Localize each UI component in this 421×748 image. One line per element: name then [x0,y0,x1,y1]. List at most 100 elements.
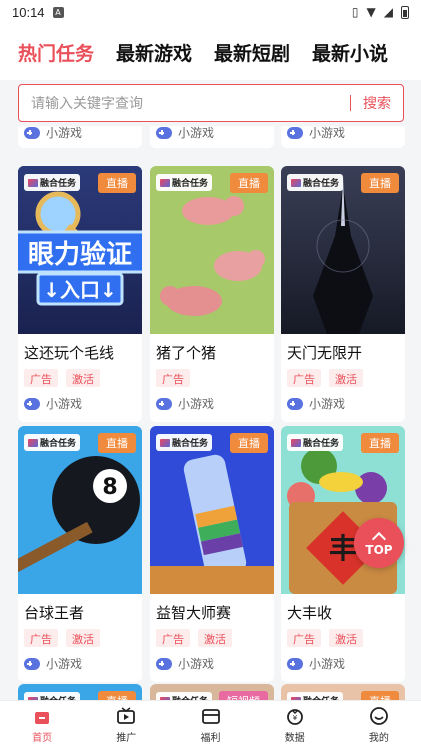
search-input[interactable]: 请输入关键字查询 [31,93,350,113]
tab-new-novels[interactable]: 最新小说 [312,39,388,66]
game-card[interactable]: 融合任务 直播 益智大师赛 广告 激活 小游戏 [150,426,274,682]
nav-profile[interactable]: 我的 [337,701,421,748]
card-tags: 广告 激活 [281,627,405,649]
game-card[interactable]: 融合任务 直播 天门无限开 广告 激活 小游戏 [281,166,405,422]
card-partial[interactable]: 融合任务 直播 [281,684,405,700]
card-partial[interactable]: 小游戏 [18,126,142,148]
card-thumbnail: 融合任务 直播 [281,684,405,700]
gamepad-icon [156,126,172,139]
tag: 广告 [156,369,190,387]
task-badge-label: 融合任务 [303,179,340,189]
tab-new-dramas[interactable]: 最新短剧 [214,39,290,66]
data-icon: ¥ [286,708,303,725]
signal-icon: ◢ [383,5,393,19]
card-meta: 小游戏 [281,389,405,422]
gamepad-icon [156,397,172,410]
gamepad-icon [287,397,303,410]
card-partial[interactable]: 小游戏 [281,126,405,148]
task-badge-label: 融合任务 [172,179,209,189]
card-partial[interactable]: 融合任务 短视频 [150,684,274,700]
card-thumbnail: 眼力验证 ↓入口↓ 融合任务 直播 [18,166,142,334]
card-meta: 小游戏 [18,649,142,682]
card-meta: 小游戏 [18,126,142,148]
task-badge-label: 融合任务 [40,179,77,189]
task-badge: 融合任务 [156,692,213,700]
tag: 广告 [24,629,58,647]
task-logo-icon [160,178,170,187]
tag: 激活 [66,369,100,387]
search-bar[interactable]: 请输入关键字查询 搜索 [18,84,404,122]
tag: 激活 [66,629,100,647]
tag: 激活 [198,629,232,647]
battery-icon [401,5,409,19]
card-partial[interactable]: 融合任务 直播 [18,684,142,700]
status-icons: ▯ ▼ ◢ [352,5,409,19]
card-category: 小游戏 [46,397,83,411]
tag: 广告 [24,369,58,387]
card-thumbnail: 8 融合任务 直播 [18,426,142,594]
card-category: 小游戏 [178,657,215,671]
game-card[interactable]: 眼力验证 ↓入口↓ 融合任务 直播 这还玩个毛线 广告 激活 小游戏 [18,166,142,422]
scroll-to-top-button[interactable]: TOP [354,518,404,568]
task-badge: 融合任务 [287,692,344,700]
card-title: 这还玩个毛线 [24,344,115,362]
card-category: 小游戏 [178,126,215,140]
task-badge: 融合任务 [156,434,213,451]
nav-home-label: 首页 [32,732,53,744]
tag: 广告 [287,369,321,387]
card-tags: 广告 [150,367,274,389]
nav-welfare-label: 福利 [200,732,221,744]
game-card[interactable]: 融合任务 直播 猪了个猪 广告 小游戏 [150,166,274,422]
live-badge: 直播 [230,173,268,193]
category-tabs: 热门任务 最新游戏 最新短剧 最新小说 [0,24,421,80]
tab-hot-tasks[interactable]: 热门任务 [18,39,94,66]
live-badge: 直播 [361,433,399,453]
wifi-icon: ▼ [366,5,376,19]
card-tags: 广告 激活 [18,627,142,649]
nav-home[interactable]: 首页 [0,701,84,748]
wallet-icon [201,708,220,724]
nav-welfare[interactable]: 福利 [168,701,252,748]
card-category: 小游戏 [309,397,346,411]
game-card[interactable]: 8 融合任务 直播 台球王者 广告 激活 小游戏 [18,426,142,682]
live-badge: 直播 [361,173,399,193]
card-category: 小游戏 [178,397,215,411]
svg-text:↓入口↓: ↓入口↓ [43,278,117,302]
task-logo-icon [291,178,301,187]
card-partial[interactable]: 小游戏 [150,126,274,148]
live-badge: 直播 [361,691,399,700]
card-thumbnail: 融合任务 直播 [150,426,274,594]
search-button[interactable]: 搜索 [363,93,391,113]
card-title: 台球王者 [24,604,85,622]
task-logo-icon [291,438,301,447]
thumb-title: 眼力验证 [28,239,132,270]
status-bar: 10:14 A ▯ ▼ ◢ [0,0,421,24]
vibrate-icon: ▯ [351,5,359,19]
card-meta: 小游戏 [18,389,142,422]
card-thumbnail: 融合任务 直播 [281,166,405,334]
svg-text:8: 8 [102,475,117,500]
status-time: 10:14 [12,4,45,20]
nav-data-label: 数据 [284,732,305,744]
card-category: 小游戏 [46,126,83,140]
card-tags: 广告 激活 [281,367,405,389]
tag: 激活 [329,369,363,387]
card-thumbnail: 丰 融合任务 直播 [281,426,405,594]
task-badge: 融合任务 [24,174,81,191]
gamepad-icon [287,657,303,670]
nav-promote-label: 推广 [116,732,137,744]
tag: 激活 [329,629,363,647]
card-title: 益智大师赛 [156,604,232,622]
task-badge: 融合任务 [287,434,344,451]
svg-text:丰: 丰 [329,532,357,565]
card-thumbnail: 融合任务 短视频 [150,684,274,700]
task-badge: 融合任务 [287,174,344,191]
tag: 广告 [156,629,190,647]
search-divider [350,95,351,111]
live-badge: 直播 [230,433,268,453]
card-category: 小游戏 [309,126,346,140]
nav-data[interactable]: ¥ 数据 [253,701,337,748]
nav-promote[interactable]: 推广 [84,701,168,748]
live-badge: 直播 [98,691,136,700]
tab-new-games[interactable]: 最新游戏 [116,39,192,66]
